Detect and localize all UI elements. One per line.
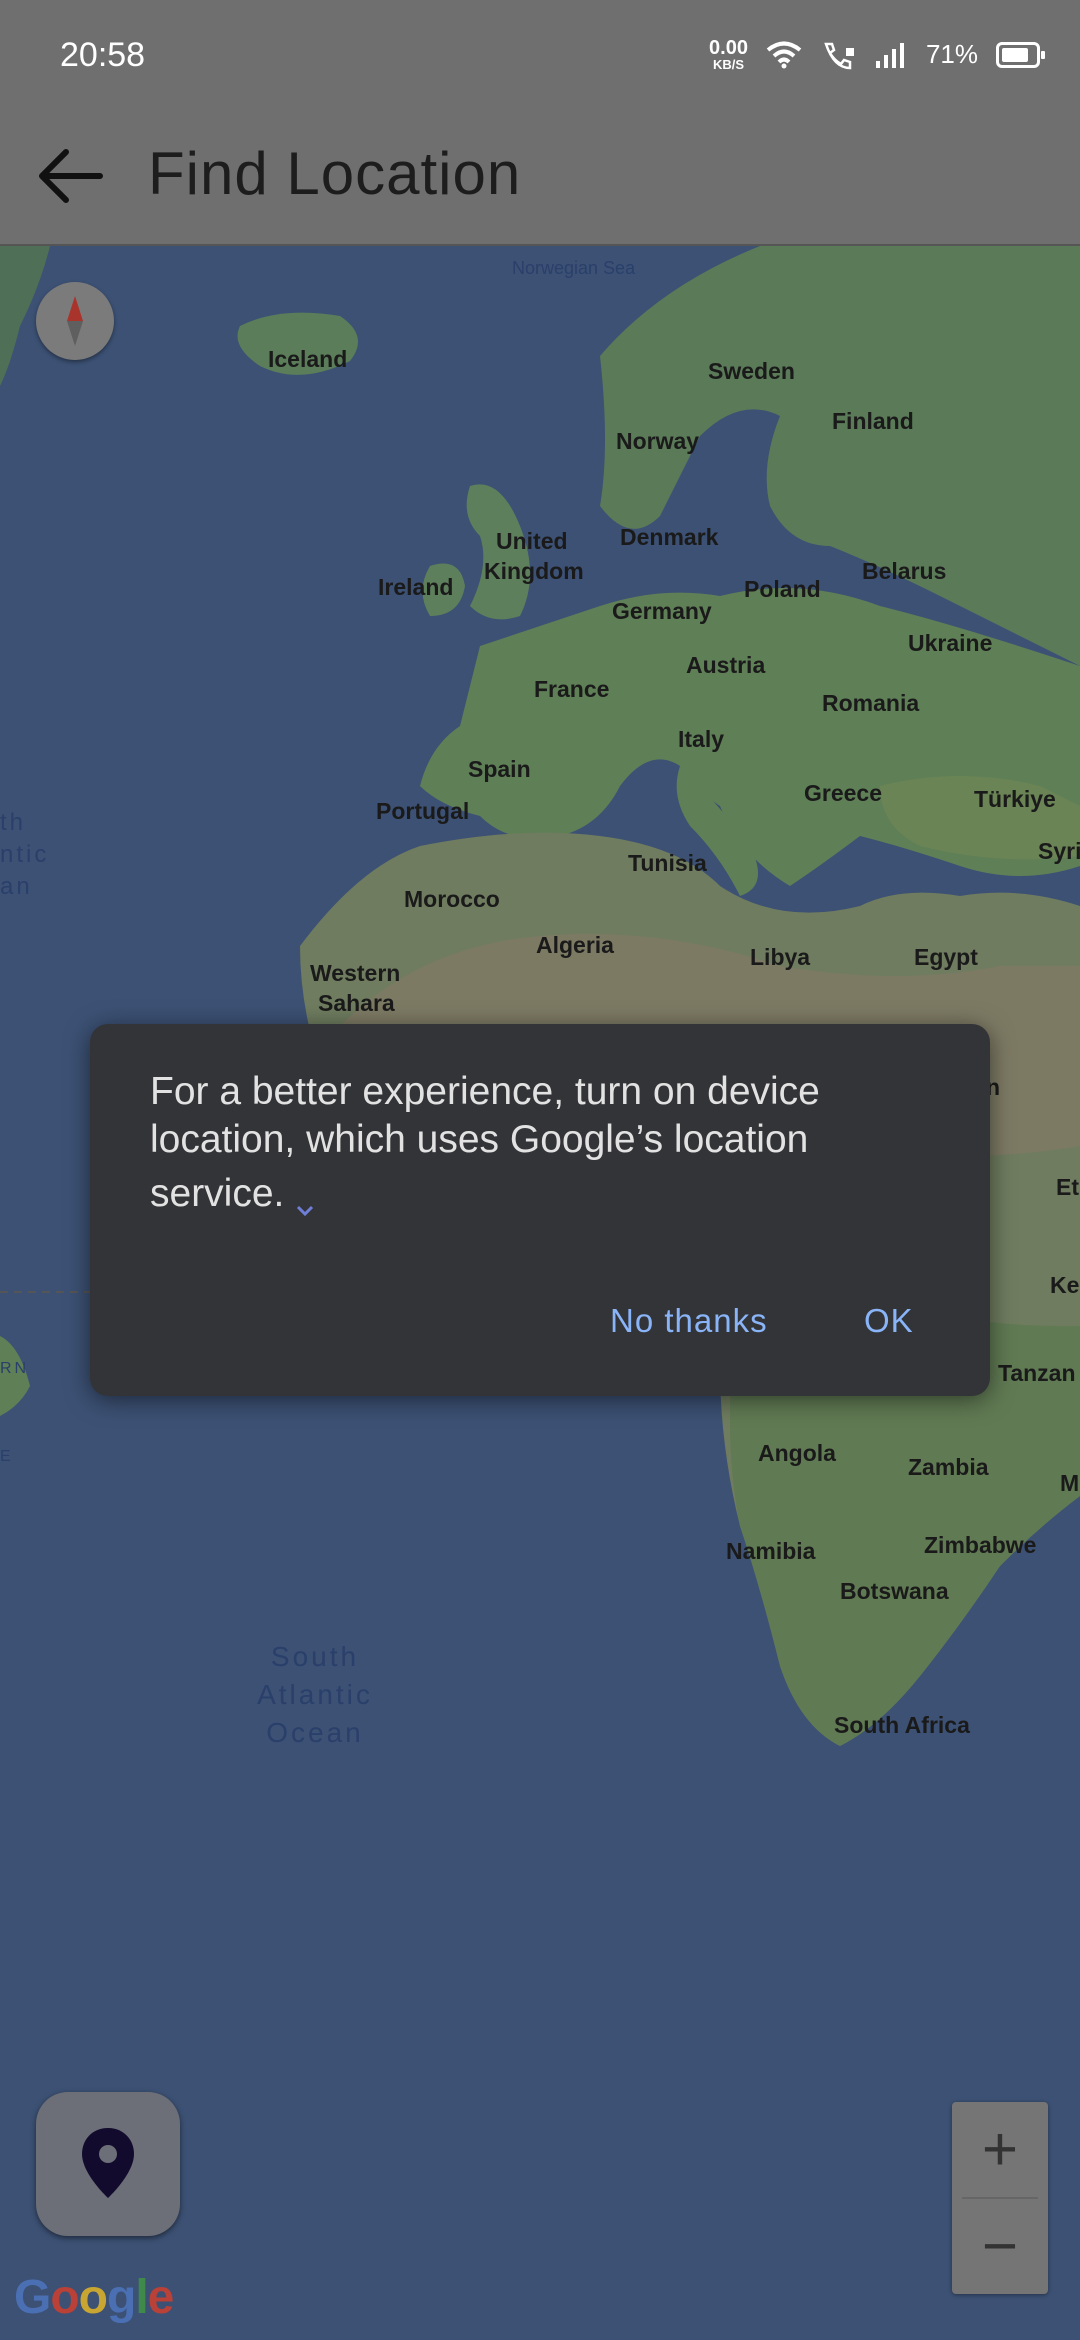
arrow-left-icon bbox=[39, 149, 103, 203]
map-label-poland: Poland bbox=[744, 576, 821, 602]
expand-chevron-icon[interactable] bbox=[294, 1185, 316, 1216]
status-time: 20:58 bbox=[60, 36, 146, 74]
dialog-message-line-3: service. bbox=[150, 1172, 285, 1215]
map-label-ukraine: Ukraine bbox=[908, 630, 993, 656]
zoom-in-button[interactable]: + bbox=[952, 2102, 1048, 2197]
dialog-message-line-3-wrap: service. bbox=[150, 1170, 930, 1218]
app-bar: Find Location bbox=[0, 112, 1080, 246]
map-label-finland: Finland bbox=[832, 408, 914, 434]
map-label-south-atlantic-1: South bbox=[270, 1641, 360, 1672]
map-label-south-atlantic-3: Ocean bbox=[266, 1717, 364, 1748]
status-bar: 20:58 0.00 KB/S 71% bbox=[0, 0, 1080, 112]
map-label-botswana: Botswana bbox=[840, 1578, 949, 1604]
map-label-south-africa: South Africa bbox=[834, 1712, 970, 1738]
map-label-morocco: Morocco bbox=[404, 886, 500, 912]
map-label-spain: Spain bbox=[468, 756, 531, 782]
location-permission-dialog: For a better experience, turn on device … bbox=[90, 1024, 990, 1396]
compass-button[interactable] bbox=[36, 282, 114, 360]
map-label-romania: Romania bbox=[822, 690, 920, 716]
map-label-denmark: Denmark bbox=[620, 524, 719, 550]
network-speed: 0.00 KB/S bbox=[709, 38, 748, 71]
map-label-ethiopia-partial: Et bbox=[1056, 1174, 1079, 1200]
location-pin-icon bbox=[82, 2128, 134, 2198]
map-label-zambia: Zambia bbox=[908, 1454, 989, 1480]
map-label-italy: Italy bbox=[678, 726, 725, 752]
google-attribution: Google bbox=[14, 2270, 174, 2325]
map-label-south-atlantic-2: Atlantic bbox=[257, 1679, 373, 1710]
map-label-france: France bbox=[534, 676, 610, 702]
map-label-rn-partial: RN bbox=[0, 1360, 30, 1377]
map-label-kenya-partial: Ke bbox=[1050, 1272, 1080, 1298]
map-label-greece: Greece bbox=[804, 780, 883, 806]
battery-percent: 71% bbox=[925, 39, 978, 69]
zoom-controls: + − bbox=[952, 2102, 1048, 2294]
google-logo-text: Google bbox=[14, 2271, 174, 2324]
battery-icon bbox=[996, 41, 1045, 68]
map-label-germany: Germany bbox=[612, 598, 712, 624]
map-label-tanzania: Tanzan bbox=[998, 1360, 1076, 1386]
back-button[interactable] bbox=[30, 134, 114, 218]
map-label-syria-partial: Syri bbox=[1038, 838, 1080, 864]
map-label-norway: Norway bbox=[616, 428, 700, 454]
map-label-namibia: Namibia bbox=[726, 1538, 816, 1564]
wifi-icon bbox=[766, 41, 802, 68]
signal-icon bbox=[875, 42, 904, 68]
ok-button[interactable]: OK bbox=[864, 1302, 914, 1340]
map-label-angola: Angola bbox=[758, 1440, 836, 1466]
map-label-iceland: Iceland bbox=[268, 346, 348, 372]
map-label-united-kingdom-2: Kingdom bbox=[484, 558, 584, 584]
map-label-tunisia: Tunisia bbox=[628, 850, 707, 876]
status-icons: 0.00 KB/S 71% bbox=[709, 38, 1045, 71]
no-thanks-button[interactable]: No thanks bbox=[610, 1302, 768, 1340]
map-label-zimbabwe: Zimbabwe bbox=[924, 1532, 1037, 1558]
map-label-algeria: Algeria bbox=[536, 932, 614, 958]
map-label-turkiye: Türkiye bbox=[974, 786, 1056, 812]
map-label-western-sahara-1: Western bbox=[310, 960, 401, 986]
map-label-sweden: Sweden bbox=[708, 358, 795, 384]
map-label-egypt: Egypt bbox=[914, 944, 978, 970]
map-label-united-kingdom-1: United bbox=[496, 528, 568, 554]
map-label-belarus: Belarus bbox=[862, 558, 947, 584]
map-label-malawi-partial: M bbox=[1060, 1470, 1080, 1496]
map-label-austria: Austria bbox=[686, 652, 766, 678]
network-speed-unit: KB/S bbox=[712, 57, 745, 72]
wifi-call-icon bbox=[824, 42, 854, 69]
dialog-message-line-2: location, which uses Google’s location bbox=[150, 1118, 809, 1161]
my-location-button[interactable] bbox=[36, 2092, 180, 2236]
map-label-e-partial: E bbox=[0, 1448, 14, 1465]
dialog-message-line-1: For a better experience, turn on device bbox=[150, 1070, 820, 1113]
page-title: Find Location bbox=[148, 140, 522, 207]
map-label-western-sahara-2: Sahara bbox=[318, 990, 395, 1016]
map-label-libya: Libya bbox=[750, 944, 811, 970]
map-label-north-atlantic-3: an bbox=[0, 873, 33, 900]
compass-icon bbox=[67, 296, 83, 346]
zoom-out-button[interactable]: − bbox=[952, 2199, 1048, 2294]
dialog-message: For a better experience, turn on device … bbox=[150, 1068, 930, 1218]
map-label-norwegian-sea: Norwegian Sea bbox=[512, 258, 636, 278]
map-label-portugal: Portugal bbox=[376, 798, 470, 824]
map-label-ireland: Ireland bbox=[378, 574, 454, 600]
network-speed-value: 0.00 bbox=[709, 37, 748, 59]
